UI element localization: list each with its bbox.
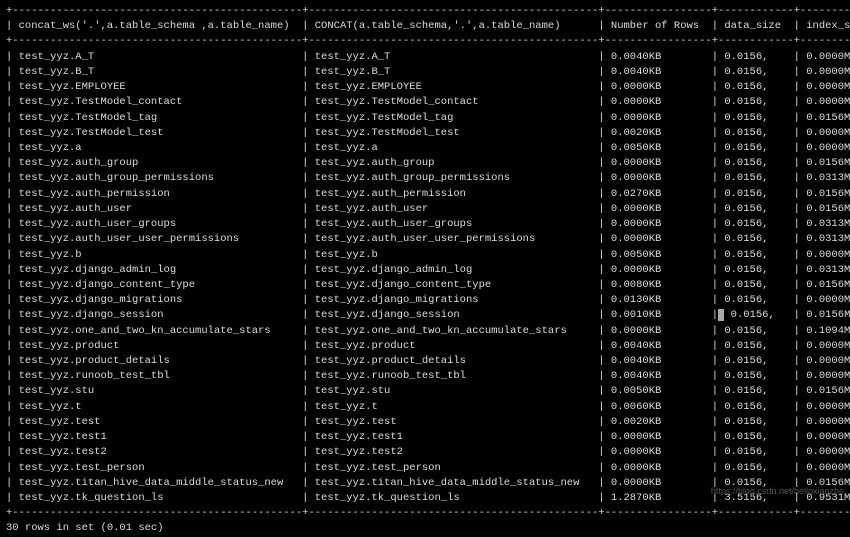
table-row: +---------------------------------------… xyxy=(6,34,844,49)
table-row: | test_yyz.django_admin_log | test_yyz.d… xyxy=(6,263,844,278)
table-row: | test_yyz.test_person | test_yyz.test_p… xyxy=(6,461,844,476)
table-row: | test_yyz.TestModel_tag | test_yyz.Test… xyxy=(6,111,844,126)
table-row: | test_yyz.auth_user_user_permissions | … xyxy=(6,232,844,247)
table-row: | test_yyz.auth_user_groups | test_yyz.a… xyxy=(6,217,844,232)
table-row: | test_yyz.runoob_test_tbl | test_yyz.ru… xyxy=(6,369,844,384)
table-row: | test_yyz.t | test_yyz.t | 0.0060KB | 0… xyxy=(6,400,844,415)
table-row: | test_yyz.django_content_type | test_yy… xyxy=(6,278,844,293)
table-row: | test_yyz.product_details | test_yyz.pr… xyxy=(6,354,844,369)
table-row: | test_yyz.auth_user | test_yyz.auth_use… xyxy=(6,202,844,217)
table-row: | test_yyz.test2 | test_yyz.test2 | 0.00… xyxy=(6,445,844,460)
table-row: +---------------------------------------… xyxy=(6,4,844,19)
text-cursor xyxy=(718,309,724,321)
table-row: | test_yyz.test | test_yyz.test | 0.0020… xyxy=(6,415,844,430)
table-row: | test_yyz.one_and_two_kn_accumulate_sta… xyxy=(6,324,844,339)
sql-result-table: +---------------------------------------… xyxy=(6,4,844,521)
table-row: | test_yyz.a | test_yyz.a | 0.0050KB | 0… xyxy=(6,141,844,156)
table-row: | test_yyz.auth_group | test_yyz.auth_gr… xyxy=(6,156,844,171)
table-row: | concat_ws('.',a.table_schema ,a.table_… xyxy=(6,19,844,34)
table-row: +---------------------------------------… xyxy=(6,506,844,521)
table-row: | test_yyz.EMPLOYEE | test_yyz.EMPLOYEE … xyxy=(6,80,844,95)
table-row: | test_yyz.B_T | test_yyz.B_T | 0.0040KB… xyxy=(6,65,844,80)
table-row: | test_yyz.TestModel_contact | test_yyz.… xyxy=(6,95,844,110)
table-row: | test_yyz.b | test_yyz.b | 0.0050KB | 0… xyxy=(6,248,844,263)
table-row: | test_yyz.product | test_yyz.product | … xyxy=(6,339,844,354)
table-row: | test_yyz.auth_group_permissions | test… xyxy=(6,171,844,186)
table-row: | test_yyz.A_T | test_yyz.A_T | 0.0040KB… xyxy=(6,50,844,65)
table-row: | test_yyz.django_migrations | test_yyz.… xyxy=(6,293,844,308)
table-row: | test_yyz.django_session | test_yyz.dja… xyxy=(6,308,844,323)
table-row: | test_yyz.TestModel_test | test_yyz.Tes… xyxy=(6,126,844,141)
table-row: | test_yyz.auth_permission | test_yyz.au… xyxy=(6,187,844,202)
credit-watermark: https://blog.csdn.net/helloxiaozhe xyxy=(711,485,844,498)
summary-line: 30 rows in set (0.01 sec) xyxy=(6,521,844,536)
table-row: | test_yyz.test1 | test_yyz.test1 | 0.00… xyxy=(6,430,844,445)
table-row: | test_yyz.stu | test_yyz.stu | 0.0050KB… xyxy=(6,384,844,399)
